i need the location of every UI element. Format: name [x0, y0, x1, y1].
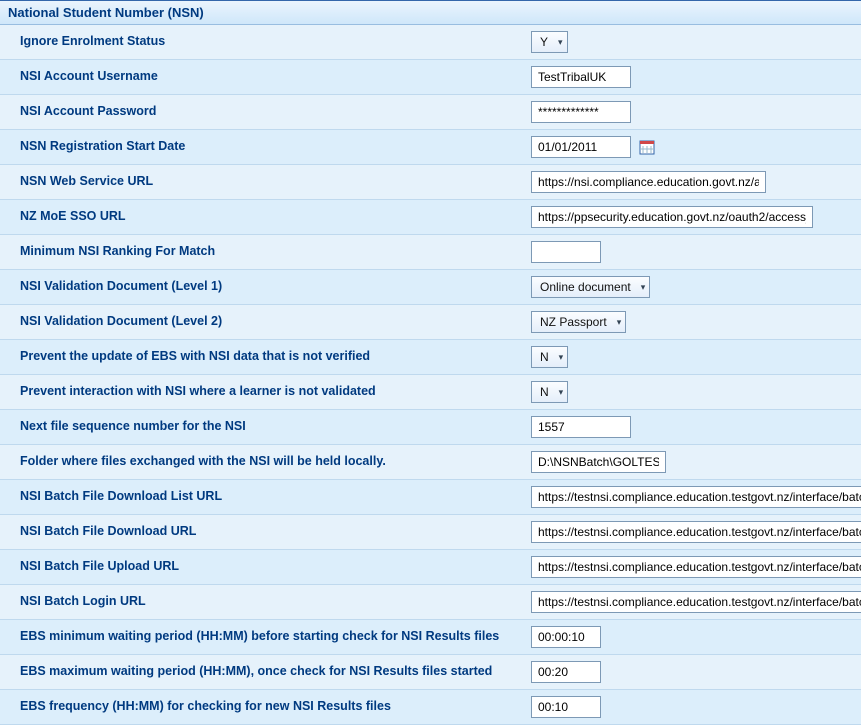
chevron-down-icon: ▾	[559, 387, 564, 398]
min-rank-input[interactable]	[531, 241, 601, 263]
label-reg-start: NSN Registration Start Date	[0, 137, 531, 157]
username-input[interactable]	[531, 66, 631, 88]
label-val-doc2: NSI Validation Document (Level 2)	[0, 312, 531, 332]
row-dl-url: NSI Batch File Download URL	[0, 515, 861, 550]
label-web-url: NSN Web Service URL	[0, 172, 531, 192]
row-freq: EBS frequency (HH:MM) for checking for n…	[0, 690, 861, 725]
label-password: NSI Account Password	[0, 102, 531, 122]
label-min-rank: Minimum NSI Ranking For Match	[0, 242, 531, 262]
prevent-update-value: N	[540, 350, 549, 364]
nsn-settings-panel: National Student Number (NSN) Ignore Enr…	[0, 0, 861, 725]
val-doc2-select[interactable]: NZ Passport ▾	[531, 311, 626, 333]
label-folder: Folder where files exchanged with the NS…	[0, 452, 531, 472]
password-input[interactable]	[531, 101, 631, 123]
row-ignore-enrolment: Ignore Enrolment Status Y ▾	[0, 25, 861, 60]
chevron-down-icon: ▾	[617, 317, 622, 328]
web-url-input[interactable]	[531, 171, 766, 193]
label-sso-url: NZ MoE SSO URL	[0, 207, 531, 227]
row-username: NSI Account Username	[0, 60, 861, 95]
row-prevent-interact: Prevent interaction with NSI where a lea…	[0, 375, 861, 410]
label-freq: EBS frequency (HH:MM) for checking for n…	[0, 697, 531, 717]
row-password: NSI Account Password	[0, 95, 861, 130]
label-min-wait: EBS minimum waiting period (HH:MM) befor…	[0, 627, 531, 647]
max-wait-input[interactable]	[531, 661, 601, 683]
min-wait-input[interactable]	[531, 626, 601, 648]
row-web-url: NSN Web Service URL	[0, 165, 861, 200]
chevron-down-icon: ▾	[559, 352, 564, 363]
ignore-enrolment-select[interactable]: Y ▾	[531, 31, 568, 53]
calendar-icon[interactable]	[639, 139, 655, 155]
login-url-input[interactable]	[531, 591, 861, 613]
chevron-down-icon: ▾	[641, 282, 646, 293]
prevent-interact-value: N	[540, 385, 549, 399]
sso-url-input[interactable]	[531, 206, 813, 228]
label-login-url: NSI Batch Login URL	[0, 592, 531, 612]
row-val-doc2: NSI Validation Document (Level 2) NZ Pas…	[0, 305, 861, 340]
label-next-seq: Next file sequence number for the NSI	[0, 417, 531, 437]
label-val-doc1: NSI Validation Document (Level 1)	[0, 277, 531, 297]
chevron-down-icon: ▾	[558, 37, 563, 48]
up-url-input[interactable]	[531, 556, 861, 578]
label-username: NSI Account Username	[0, 67, 531, 87]
row-min-wait: EBS minimum waiting period (HH:MM) befor…	[0, 620, 861, 655]
val-doc1-select[interactable]: Online document ▾	[531, 276, 650, 298]
label-dl-list-url: NSI Batch File Download List URL	[0, 487, 531, 507]
label-max-wait: EBS maximum waiting period (HH:MM), once…	[0, 662, 531, 682]
row-dl-list-url: NSI Batch File Download List URL	[0, 480, 861, 515]
label-ignore-enrolment: Ignore Enrolment Status	[0, 32, 531, 52]
prevent-update-select[interactable]: N ▾	[531, 346, 568, 368]
next-seq-input[interactable]	[531, 416, 631, 438]
row-val-doc1: NSI Validation Document (Level 1) Online…	[0, 270, 861, 305]
label-dl-url: NSI Batch File Download URL	[0, 522, 531, 542]
row-sso-url: NZ MoE SSO URL	[0, 200, 861, 235]
row-prevent-update: Prevent the update of EBS with NSI data …	[0, 340, 861, 375]
ignore-enrolment-value: Y	[540, 35, 548, 49]
row-min-rank: Minimum NSI Ranking For Match	[0, 235, 861, 270]
row-next-seq: Next file sequence number for the NSI	[0, 410, 861, 445]
freq-input[interactable]	[531, 696, 601, 718]
dl-list-url-input[interactable]	[531, 486, 861, 508]
settings-list: Ignore Enrolment Status Y ▾ NSI Account …	[0, 25, 861, 725]
reg-start-input[interactable]	[531, 136, 631, 158]
prevent-interact-select[interactable]: N ▾	[531, 381, 568, 403]
label-prevent-interact: Prevent interaction with NSI where a lea…	[0, 382, 531, 402]
val-doc1-value: Online document	[540, 280, 631, 294]
dl-url-input[interactable]	[531, 521, 861, 543]
folder-input[interactable]	[531, 451, 666, 473]
label-up-url: NSI Batch File Upload URL	[0, 557, 531, 577]
row-reg-start: NSN Registration Start Date	[0, 130, 861, 165]
row-max-wait: EBS maximum waiting period (HH:MM), once…	[0, 655, 861, 690]
row-folder: Folder where files exchanged with the NS…	[0, 445, 861, 480]
row-up-url: NSI Batch File Upload URL	[0, 550, 861, 585]
panel-title: National Student Number (NSN)	[0, 1, 861, 25]
label-prevent-update: Prevent the update of EBS with NSI data …	[0, 347, 531, 367]
val-doc2-value: NZ Passport	[540, 315, 607, 329]
row-login-url: NSI Batch Login URL	[0, 585, 861, 620]
